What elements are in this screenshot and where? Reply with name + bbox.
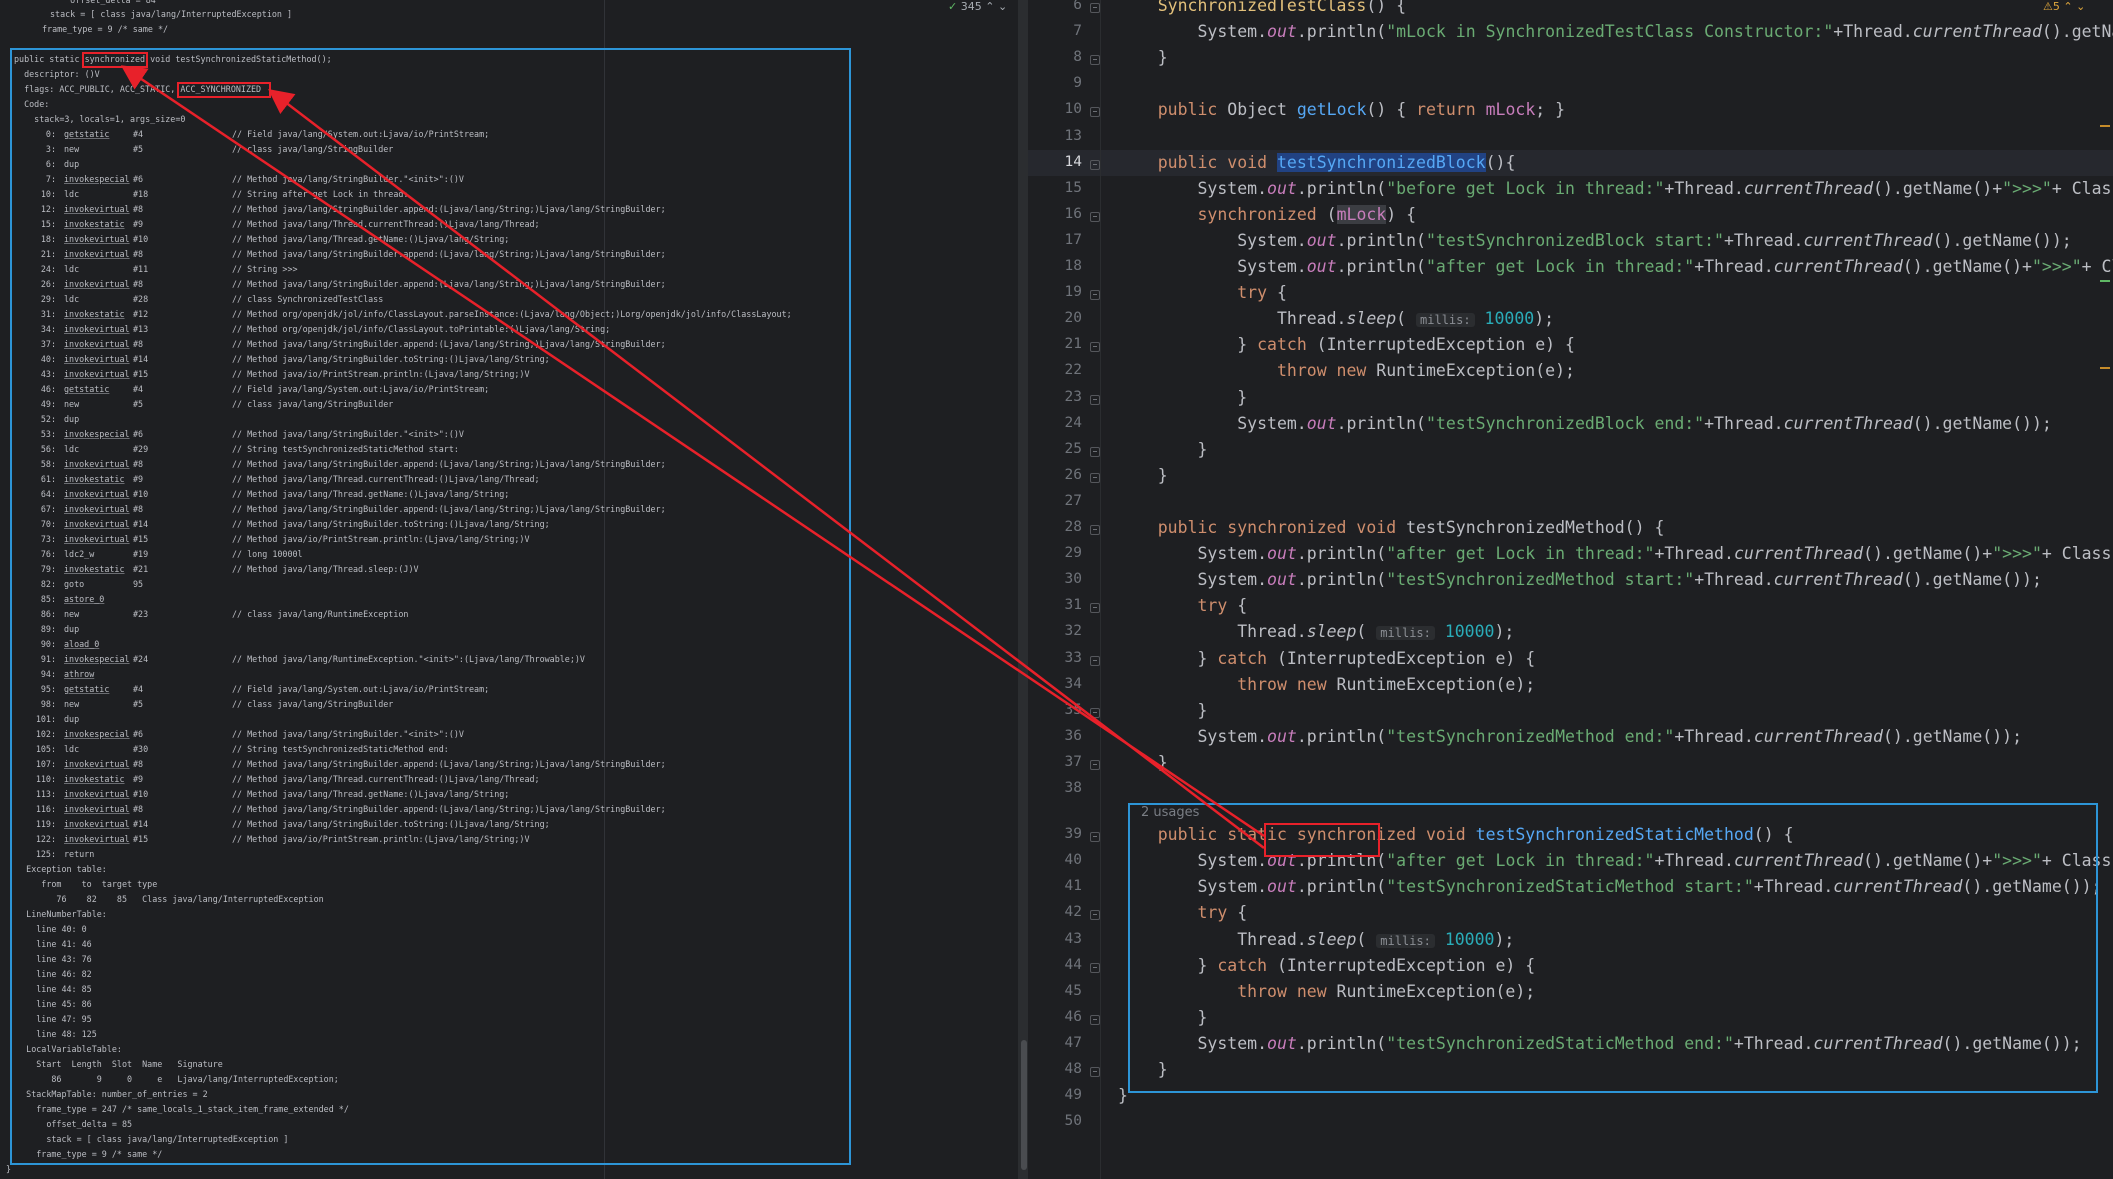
arrow-to-bytecode-synchronized [120,65,1265,838]
arrow-to-acc-synchronized [268,88,1265,849]
annotation-arrows [120,65,1265,849]
